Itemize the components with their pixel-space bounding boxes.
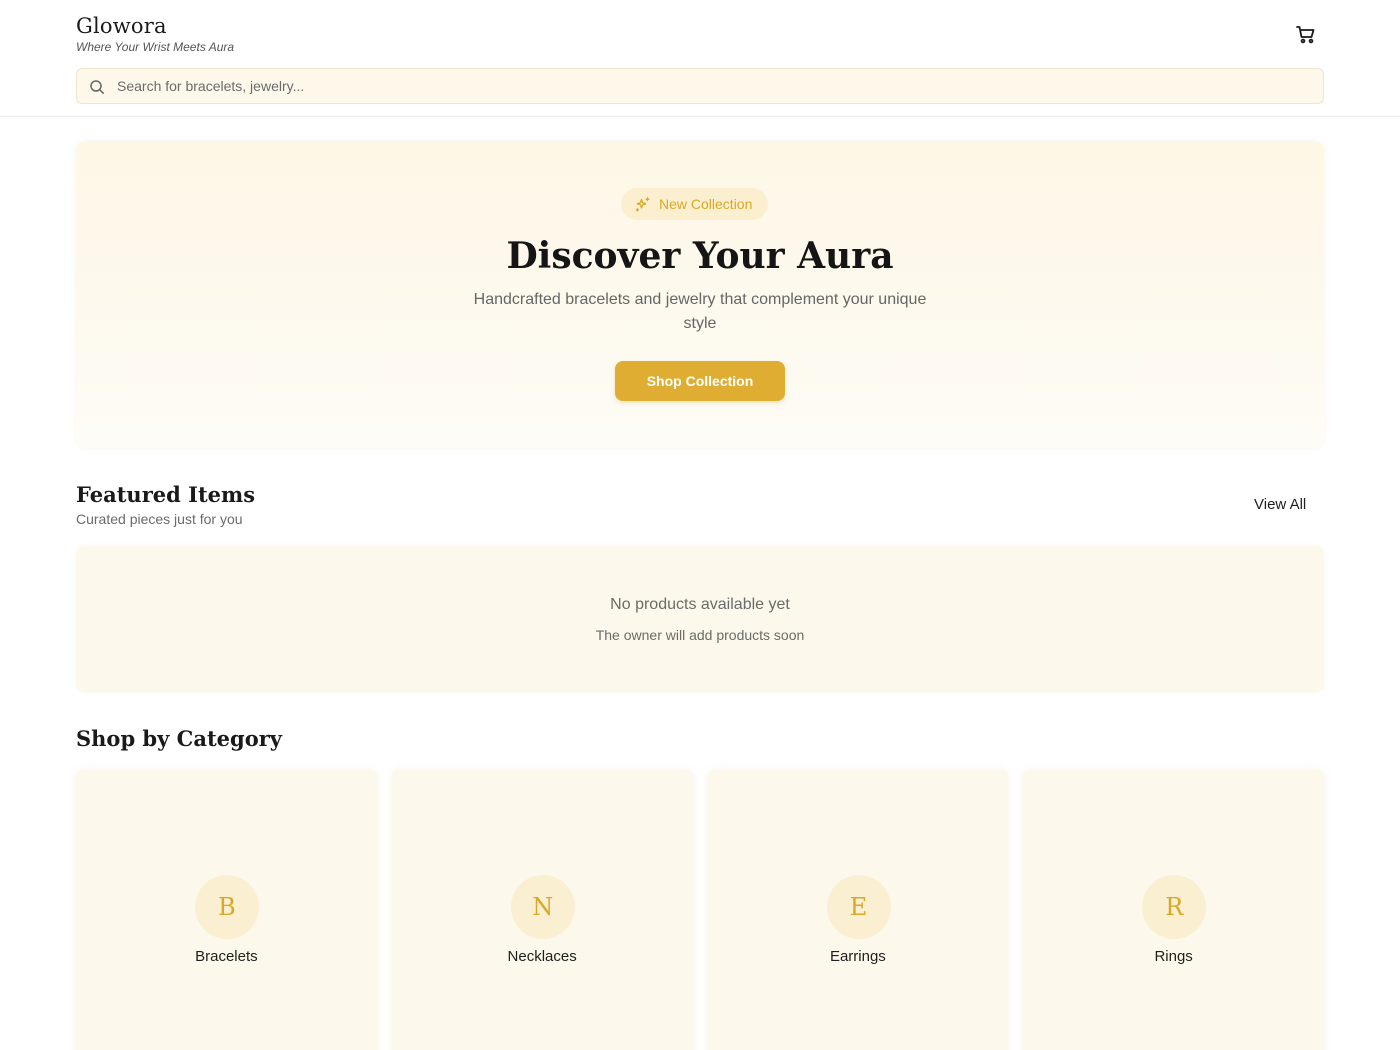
view-all-link[interactable]: View All	[1254, 496, 1306, 513]
featured-title: Featured Items	[76, 482, 256, 507]
cart-icon	[1296, 26, 1315, 44]
category-label: Earrings	[829, 948, 886, 965]
hero-title: Discover Your Aura	[506, 235, 894, 277]
brand-tagline: Where Your Wrist Meets Aura	[76, 40, 235, 54]
featured-empty-state: No products available yet The owner will…	[76, 546, 1324, 692]
category-initial-badge: E	[826, 875, 891, 939]
badge-label: New Collection	[659, 196, 753, 212]
category-grid: B Bracelets N Necklaces E Earrings R Rin…	[76, 770, 1324, 1050]
category-label: Rings	[1154, 948, 1193, 965]
category-card-bracelets[interactable]: B Bracelets	[76, 770, 377, 1050]
site-header: Glowora Where Your Wrist Meets Aura	[0, 0, 1400, 117]
category-card-rings[interactable]: R Rings	[1023, 770, 1324, 1050]
sparkles-icon	[635, 197, 650, 212]
category-section-title: Shop by Category	[76, 726, 282, 751]
category-card-earrings[interactable]: E Earrings	[707, 770, 1009, 1050]
featured-subtitle: Curated pieces just for you	[76, 511, 243, 527]
brand-name[interactable]: Glowora	[76, 14, 234, 38]
hero-banner: New Collection Discover Your Aura Handcr…	[76, 141, 1324, 448]
brand[interactable]: Glowora Where Your Wrist Meets Aura	[76, 14, 234, 54]
category-initial-badge: N	[510, 875, 575, 939]
search-icon	[90, 80, 104, 94]
shop-collection-button[interactable]: Shop Collection	[615, 361, 785, 401]
search-bar[interactable]	[76, 68, 1324, 104]
hero-subtitle: Handcrafted bracelets and jewelry that c…	[473, 291, 927, 332]
empty-state-title: No products available yet	[610, 596, 790, 613]
empty-state-subtitle: The owner will add products soon	[595, 627, 805, 643]
category-card-necklaces[interactable]: N Necklaces	[391, 770, 693, 1050]
category-initial-badge: B	[195, 875, 259, 939]
category-initial-badge: R	[1142, 875, 1207, 939]
search-input[interactable]	[117, 69, 1307, 103]
category-label: Bracelets	[195, 948, 258, 965]
category-label: Necklaces	[507, 948, 577, 965]
cart-button[interactable]	[1294, 22, 1318, 46]
new-collection-badge: New Collection	[621, 188, 769, 220]
